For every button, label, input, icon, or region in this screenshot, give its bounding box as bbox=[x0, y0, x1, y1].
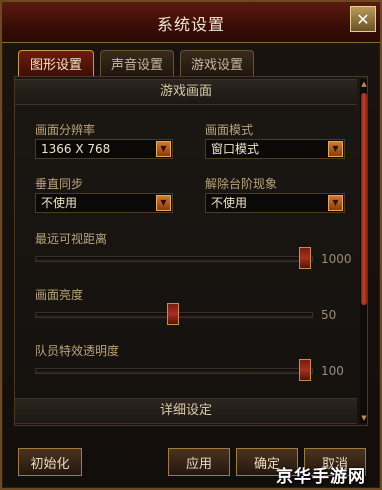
tab-game[interactable]: 游戏设置 bbox=[180, 50, 254, 76]
display-mode-value: 窗口模式 bbox=[211, 142, 260, 156]
chevron-down-icon: ▼ bbox=[156, 141, 171, 157]
vsync-dropdown[interactable]: 不使用 ▼ bbox=[35, 193, 173, 213]
resolution-label: 画面分辨率 bbox=[35, 123, 96, 137]
party-effect-opacity-value: 100 bbox=[321, 364, 344, 378]
watermark-text: 京华手游网 bbox=[276, 467, 366, 487]
tab-graphics[interactable]: 图形设置 bbox=[18, 50, 94, 76]
scroll-down-icon[interactable]: ▼ bbox=[360, 413, 367, 423]
resolution-value: 1366 X 768 bbox=[41, 142, 111, 156]
brightness-label: 画面亮度 bbox=[35, 288, 84, 302]
scrollbar[interactable]: ▲ ▼ bbox=[360, 79, 367, 423]
display-mode-label: 画面模式 bbox=[205, 123, 254, 137]
settings-window: 系统设置 ✕ 图形设置 声音设置 游戏设置 游戏画面 画面分辨率 1366 X … bbox=[0, 0, 382, 490]
close-button[interactable]: ✕ bbox=[350, 6, 376, 32]
chevron-down-icon: ▼ bbox=[328, 195, 343, 211]
section-header-game-screen: 游戏画面 bbox=[15, 79, 357, 105]
reset-button[interactable]: 初始化 bbox=[18, 448, 82, 476]
section-header-detail[interactable]: 详细设定 bbox=[15, 398, 357, 424]
party-effect-opacity-label: 队员特效透明度 bbox=[35, 344, 120, 358]
step-fix-dropdown[interactable]: 不使用 ▼ bbox=[205, 193, 345, 213]
step-fix-value: 不使用 bbox=[211, 196, 248, 210]
title-bar[interactable]: 系统设置 ✕ bbox=[2, 2, 380, 43]
chevron-down-icon: ▼ bbox=[156, 195, 171, 211]
settings-panel: 游戏画面 画面分辨率 1366 X 768 ▼ 画面模式 窗口模式 ▼ 垂直同步… bbox=[14, 76, 368, 426]
step-fix-label: 解除台阶现象 bbox=[205, 177, 278, 191]
view-distance-slider-track[interactable] bbox=[35, 256, 313, 262]
view-distance-value: 1000 bbox=[321, 252, 352, 266]
window-title: 系统设置 bbox=[156, 15, 225, 34]
tab-sound[interactable]: 声音设置 bbox=[100, 50, 174, 76]
display-mode-dropdown[interactable]: 窗口模式 ▼ bbox=[205, 139, 345, 159]
scroll-up-icon[interactable]: ▲ bbox=[360, 79, 367, 89]
resolution-dropdown[interactable]: 1366 X 768 ▼ bbox=[35, 139, 173, 159]
party-effect-opacity-slider-handle[interactable] bbox=[299, 359, 311, 381]
close-icon: ✕ bbox=[356, 9, 370, 29]
view-distance-slider-handle[interactable] bbox=[299, 247, 311, 269]
vsync-value: 不使用 bbox=[41, 196, 78, 210]
apply-button[interactable]: 应用 bbox=[168, 448, 230, 476]
party-effect-opacity-slider-track[interactable] bbox=[35, 368, 313, 374]
brightness-value: 50 bbox=[321, 308, 337, 322]
scrollbar-thumb[interactable] bbox=[361, 93, 367, 305]
vsync-label: 垂直同步 bbox=[35, 177, 84, 191]
chevron-down-icon: ▼ bbox=[328, 141, 343, 157]
view-distance-label: 最远可视距离 bbox=[35, 232, 108, 246]
brightness-slider-handle[interactable] bbox=[167, 303, 179, 325]
